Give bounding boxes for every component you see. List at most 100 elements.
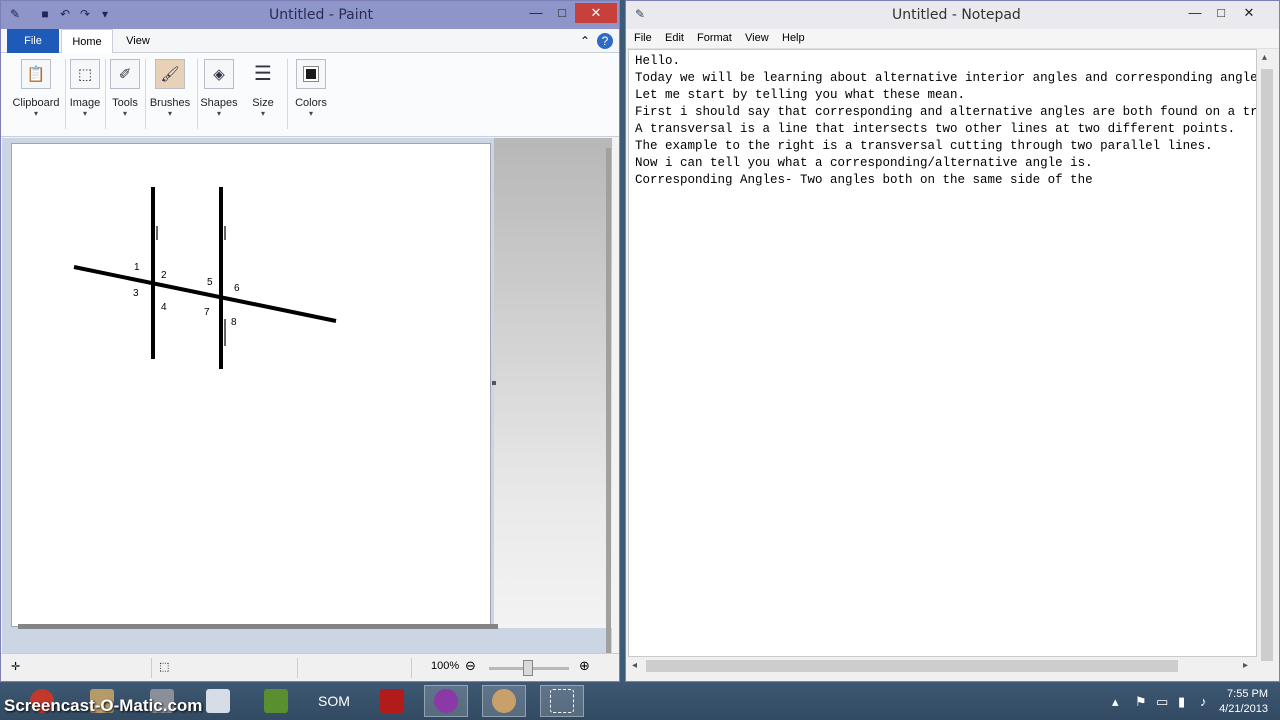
filezilla-icon[interactable]	[370, 685, 414, 717]
undo-icon[interactable]: ↶	[57, 6, 73, 22]
minimize-button[interactable]: —	[1182, 3, 1208, 23]
size-lines-icon: ☰	[254, 63, 272, 85]
scrollbar-thumb[interactable]	[1261, 69, 1273, 661]
taskbar-app-active[interactable]	[424, 685, 468, 717]
scrollbar-thumb[interactable]	[646, 660, 1178, 672]
system-clock[interactable]: 7:55 PM 4/21/2013	[1219, 687, 1268, 717]
tools-icon: ✐	[110, 59, 140, 89]
menu-help[interactable]: Help	[782, 32, 805, 44]
minimize-button[interactable]: —	[523, 3, 549, 23]
chevron-down-icon: ▾	[308, 109, 313, 118]
paint-taskbar-icon[interactable]	[482, 685, 526, 717]
clipboard-group[interactable]: 📋 Clipboard ▾	[9, 57, 63, 133]
vertical-scrollbar[interactable]	[606, 148, 611, 653]
minimize-ribbon-icon[interactable]: ⌃	[577, 33, 593, 49]
menu-view[interactable]: View	[745, 32, 769, 44]
minecraft-icon[interactable]	[254, 685, 298, 717]
chevron-down-icon: ▾	[167, 109, 172, 118]
angle-label-3: 3	[133, 288, 139, 299]
group-label: Image	[69, 97, 101, 109]
paint-title-bar: ✎ ■ ↶ ↷ ▾ Untitled - Paint — □ ✕	[1, 1, 619, 29]
menu-format[interactable]: Format	[697, 32, 732, 44]
help-icon[interactable]: ?	[597, 33, 613, 49]
group-label: Tools	[112, 97, 138, 109]
ribbon-tabs: File Home View ⌃ ?	[1, 29, 619, 54]
angle-label-5: 5	[207, 277, 213, 288]
menu-edit[interactable]: Edit	[665, 32, 684, 44]
close-button[interactable]: ✕	[1236, 3, 1262, 23]
battery-icon[interactable]: ▭	[1156, 694, 1168, 710]
angle-label-1: 1	[134, 262, 140, 273]
network-icon[interactable]: ▮	[1178, 694, 1185, 710]
flag-icon[interactable]: ⚑	[1135, 694, 1147, 710]
paint-window-title: Untitled - Paint	[269, 7, 373, 23]
text-line: Hello.	[635, 54, 681, 68]
canvas-workspace: 1 2 3 4 5 6 7 8	[2, 138, 612, 653]
maximize-button[interactable]: □	[1208, 3, 1234, 23]
chevron-down-icon: ▾	[33, 109, 38, 118]
save-icon[interactable]: ■	[37, 6, 53, 22]
text-line: Now i can tell you what a corresponding/…	[635, 156, 1093, 170]
tab-home[interactable]: Home	[61, 29, 113, 54]
calculator-icon[interactable]	[196, 685, 240, 717]
brushes-group[interactable]: 🖌 Brushes ▾	[147, 57, 193, 133]
shapes-group[interactable]: ◈ Shapes ▾	[199, 57, 239, 133]
screencast-watermark: Screencast-O-Matic.com	[4, 696, 203, 715]
notepad-window-title: Untitled - Notepad	[892, 7, 1021, 23]
group-label: Size	[252, 97, 274, 109]
redo-icon[interactable]: ↷	[77, 6, 93, 22]
chevron-down-icon: ▾	[260, 109, 265, 118]
text-line: The example to the right is a transversa…	[635, 139, 1213, 153]
tools-group[interactable]: ✐ Tools ▾	[107, 57, 143, 133]
text-line: Corresponding Angles- Two angles both on…	[635, 173, 1093, 187]
chevron-down-icon: ▾	[82, 109, 87, 118]
chevron-down-icon: ▾	[122, 109, 127, 118]
horizontal-scrollbar[interactable]	[18, 624, 498, 629]
notepad-horizontal-scrollbar[interactable]: ◂ ▸	[628, 657, 1257, 675]
close-button[interactable]: ✕	[575, 3, 617, 23]
zoom-in-icon[interactable]: ⊕	[579, 658, 590, 674]
resize-handle-right[interactable]	[492, 381, 496, 385]
clock-date: 4/21/2013	[1219, 703, 1268, 715]
tab-file[interactable]: File	[7, 29, 59, 53]
som-icon[interactable]: SOM	[312, 685, 356, 717]
text-line: Let me start by telling you what these m…	[635, 88, 966, 102]
group-label: Colors	[295, 97, 327, 109]
notepad-window: ✎ Untitled - Notepad — □ ✕ File Edit For…	[625, 0, 1280, 682]
chevron-down-icon: ▾	[216, 109, 221, 118]
group-label: Shapes	[200, 97, 238, 109]
angle-label-6: 6	[234, 283, 240, 294]
scroll-right-icon[interactable]: ▸	[1243, 660, 1248, 671]
image-select-icon: ⬚	[70, 59, 100, 89]
show-hidden-icons-icon[interactable]: ▴	[1112, 694, 1119, 710]
group-label: Clipboard	[12, 97, 60, 109]
notepad-menu-bar: File Edit Format View Help	[626, 29, 1279, 49]
scroll-left-icon[interactable]: ◂	[632, 660, 637, 671]
angle-label-4: 4	[161, 302, 167, 313]
customize-toolbar-icon[interactable]: ▾	[97, 6, 113, 22]
notepad-taskbar-icon[interactable]	[540, 685, 584, 717]
image-group[interactable]: ⬚ Image ▾	[67, 57, 103, 133]
menu-file[interactable]: File	[634, 32, 652, 44]
drawing-canvas[interactable]: 1 2 3 4 5 6 7 8	[11, 143, 491, 627]
notepad-title-bar: ✎ Untitled - Notepad — □ ✕	[626, 1, 1279, 29]
angle-label-7: 7	[204, 307, 210, 318]
zoom-slider-knob[interactable]	[523, 660, 533, 676]
paint-window: ✎ ■ ↶ ↷ ▾ Untitled - Paint — □ ✕ File Ho…	[0, 0, 620, 682]
color-palette-icon	[296, 59, 326, 89]
zoom-out-icon[interactable]: ⊖	[465, 658, 476, 674]
shapes-icon: ◈	[204, 59, 234, 89]
text-line: First i should say that corresponding an…	[635, 105, 1257, 119]
notepad-app-icon[interactable]: ✎	[632, 6, 648, 22]
colors-group[interactable]: Colors ▾	[291, 57, 331, 133]
scroll-up-icon[interactable]: ▴	[1262, 52, 1267, 63]
size-group[interactable]: ☰ Size ▾	[243, 57, 283, 133]
maximize-button[interactable]: □	[549, 3, 575, 23]
paint-app-icon[interactable]: ✎	[7, 6, 23, 22]
notepad-vertical-scrollbar[interactable]: ▴	[1258, 49, 1276, 661]
drawing-svg: 1 2 3 4 5 6 7 8	[73, 187, 337, 369]
notepad-text-area[interactable]: Hello. Today we will be learning about a…	[628, 49, 1257, 657]
taskbar: SOM Screencast-O-Matic.com ▴ ⚑ ▭ ▮ ♪ 7:5…	[0, 682, 1280, 720]
tab-view[interactable]: View	[115, 29, 161, 53]
volume-icon[interactable]: ♪	[1200, 694, 1207, 709]
